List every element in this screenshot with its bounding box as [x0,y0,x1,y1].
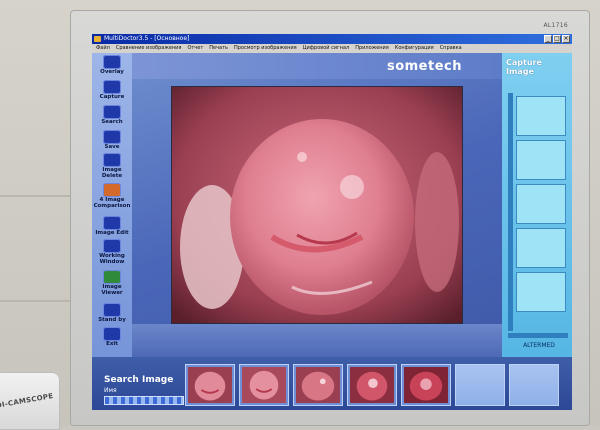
menu-report[interactable]: Отчет [187,44,203,53]
app-screen: MultiDoctor3.5 - [Основное] _ □ × Файл С… [92,34,572,410]
menu-view-image[interactable]: Просмотр изображения [234,44,297,53]
capture-slot[interactable] [516,228,566,268]
stand-by-icon [103,303,121,317]
name-label: Имя [104,387,117,394]
capture-panel: Capture Image ALTERMED [502,53,572,357]
window-title: MultiDoctor3.5 - [Основное] [104,35,189,42]
thumbnail-image [350,367,394,403]
toolbar-save-button[interactable]: Save [92,130,132,150]
menu-print[interactable]: Печать [209,44,228,53]
title-bar: MultiDoctor3.5 - [Основное] _ □ × [92,34,572,44]
save-icon [103,130,121,144]
thumbnail-image [404,367,448,403]
toolbar-label: Exit [92,341,132,347]
search-image-title: Search Image [104,375,173,385]
image-delete-icon [103,153,121,167]
search-icon [103,105,121,119]
thumbnail-1[interactable] [185,364,235,406]
toolbar-label: Search [92,119,132,125]
tile-grout [0,300,70,302]
thumbnail-6-empty[interactable] [455,364,505,406]
capture-slot[interactable] [516,96,566,136]
toolbar-label: Working Window [92,253,132,265]
toolbar-4-image-comparison-button[interactable]: 4 Image Comparison [92,183,132,209]
close-button[interactable]: × [562,35,570,43]
four-image-icon [103,183,121,197]
capture-icon [103,80,121,94]
capture-slot[interactable] [516,272,566,312]
toolbar-capture-button[interactable]: Capture [92,80,132,100]
toolbar-working-window-button[interactable]: Working Window [92,239,132,265]
app-icon [94,36,101,42]
toolbar-image-delete-button[interactable]: Image Delete [92,153,132,179]
toolbar-label: Image Viewer [92,284,132,296]
image-edit-icon [103,216,121,230]
menu-bar: Файл Сравнение изображения Отчет Печать … [92,44,572,53]
overlay-icon [103,55,121,69]
thumbnail-2[interactable] [239,364,289,406]
monitor-model-label: AL1716 [543,22,568,29]
toolbar-exit-button[interactable]: Exit [92,327,132,347]
menu-file[interactable]: Файл [96,44,110,53]
tile-grout [0,195,70,197]
window-controls: _ □ × [544,35,570,43]
toolbar-label: Stand by [92,317,132,323]
thumbnail-3[interactable] [293,364,343,406]
maximize-button[interactable]: □ [553,35,561,43]
thumbnail-5[interactable] [401,364,451,406]
name-input[interactable] [104,396,184,405]
toolbar-label: Image Edit [92,230,132,236]
thumbnail-image [188,367,232,403]
viewer-bottom-strip [132,324,502,357]
exit-icon [103,327,121,341]
capture-panel-footer: ALTERMED [508,342,570,349]
menu-help[interactable]: Справка [440,44,462,53]
working-window-icon [103,239,121,253]
brand-bar: sometech [132,53,502,79]
thumbnail-4[interactable] [347,364,397,406]
menu-digital-signal[interactable]: Цифровой сигнал [303,44,350,53]
toolbar-label: 4 Image Comparison [92,197,132,209]
thumbnail-image [296,367,340,403]
capture-vertical-scrollbar[interactable] [508,93,513,331]
capture-horizontal-scrollbar[interactable] [508,333,568,338]
capture-panel-title: Capture Image [506,58,572,76]
toolbar-stand-by-button[interactable]: Stand by [92,303,132,323]
toolbar-label: Capture [92,94,132,100]
toolbar-overlay-button[interactable]: Overlay [92,55,132,75]
menu-configuration[interactable]: Конфигурация [395,44,434,53]
capture-slot[interactable] [516,140,566,180]
thumbnail-7-empty[interactable] [509,364,559,406]
camscope-label: DI-CAMSCOPE [0,392,54,410]
capture-slot[interactable] [516,184,566,224]
thumbnail-image [242,367,286,403]
image-viewer-icon [103,270,121,284]
toolbar-label: Save [92,144,132,150]
menu-compare-images[interactable]: Сравнение изображения [116,44,182,53]
toolbar-image-viewer-button[interactable]: Image Viewer [92,270,132,296]
toolbar-label: Overlay [92,69,132,75]
minimize-button[interactable]: _ [544,35,552,43]
toolbar-label: Image Delete [92,167,132,179]
toolbar-search-button[interactable]: Search [92,105,132,125]
live-video-view[interactable] [171,86,463,324]
toolbar-image-edit-button[interactable]: Image Edit [92,216,132,236]
brand-logo: sometech [387,59,462,74]
endoscopic-image [172,87,463,324]
camscope-device: DI-CAMSCOPE [0,372,60,430]
menu-applications[interactable]: Приложения [355,44,389,53]
